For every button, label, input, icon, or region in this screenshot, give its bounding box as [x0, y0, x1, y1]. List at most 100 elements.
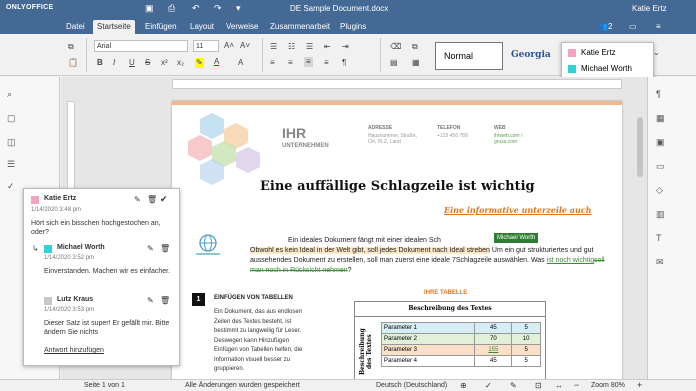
- shading-icon[interactable]: ▤: [390, 58, 398, 68]
- comments-icon[interactable]: ▢: [7, 113, 16, 124]
- delete-reply-icon[interactable]: 🗑: [160, 244, 170, 253]
- inserted-text[interactable]: ist noch wichtig: [547, 257, 594, 264]
- edit-comment-icon[interactable]: ✎: [134, 195, 141, 204]
- decrease-font-icon[interactable]: A˅: [240, 41, 250, 51]
- underline-icon[interactable]: U: [129, 58, 135, 68]
- font-name-select[interactable]: Arial: [94, 40, 188, 52]
- redo-icon[interactable]: ↷: [214, 3, 222, 14]
- zoom-in-icon[interactable]: +: [637, 380, 642, 390]
- align-right-icon[interactable]: ≡: [304, 57, 313, 67]
- delete-reply-icon[interactable]: 🗑: [160, 296, 170, 305]
- table-cell[interactable]: 45: [474, 355, 513, 367]
- page-count[interactable]: Seite 1 von 1: [84, 382, 125, 389]
- language-select[interactable]: Deutsch (Deutschland): [376, 382, 447, 389]
- tab-startseite[interactable]: Startseite: [93, 20, 135, 34]
- table-cell[interactable]: Parameter 4: [380, 355, 476, 367]
- zoom-level[interactable]: Zoom 80%: [591, 382, 625, 389]
- current-user[interactable]: Katie Ertz: [632, 4, 667, 13]
- spellcheck-icon[interactable]: ✓: [7, 181, 15, 192]
- table-cell[interactable]: Parameter 2: [380, 333, 476, 345]
- justify-icon[interactable]: ≡: [324, 58, 329, 68]
- menu-icon[interactable]: ≡: [654, 20, 663, 34]
- fit-page-icon[interactable]: ⊡: [535, 381, 542, 390]
- align-left-icon[interactable]: ≡: [270, 58, 275, 68]
- tab-plugins[interactable]: Plugins: [338, 20, 368, 34]
- section-body[interactable]: Ein Dokument, das aus endlosen Zeilen de…: [214, 308, 314, 375]
- table-row[interactable]: Parameter 1 45 5: [380, 322, 541, 334]
- open-location-icon[interactable]: ▭: [627, 20, 639, 34]
- copy-icon[interactable]: ⧉: [68, 42, 74, 52]
- tab-verweise[interactable]: Verweise: [224, 20, 260, 34]
- zoom-out-icon[interactable]: −: [574, 380, 579, 390]
- borders-icon[interactable]: ▦: [412, 58, 420, 68]
- spellcheck-status-icon[interactable]: ✓: [485, 381, 492, 390]
- intro-paragraph[interactable]: Ein ideales Dokument fängt mit einer ide…: [250, 236, 614, 276]
- align-center-icon[interactable]: ≡: [288, 58, 293, 68]
- tab-layout[interactable]: Layout: [188, 20, 216, 34]
- copy-style-icon[interactable]: ⧉: [412, 42, 418, 52]
- chat-icon[interactable]: ◫: [7, 137, 16, 148]
- table-cell[interactable]: 10: [511, 333, 541, 345]
- font-size-select[interactable]: 11: [193, 40, 219, 52]
- shape-settings-icon[interactable]: ◇: [656, 185, 663, 196]
- font-color-icon[interactable]: A: [214, 57, 219, 67]
- fit-width-icon[interactable]: ↔: [555, 381, 563, 390]
- table-cell[interactable]: 45: [474, 322, 513, 334]
- resolve-comment-icon[interactable]: ✔: [160, 194, 168, 205]
- print-icon[interactable]: ⎙: [168, 3, 175, 14]
- undo-icon[interactable]: ↶: [192, 3, 200, 14]
- style-georgia[interactable]: Georgia: [506, 42, 558, 70]
- image-settings-icon[interactable]: ▣: [656, 137, 665, 148]
- search-icon[interactable]: ⌕: [7, 89, 12, 100]
- paragraph-mark-icon[interactable]: ¶: [342, 58, 346, 68]
- increase-font-icon[interactable]: A˄: [224, 41, 234, 51]
- edit-reply-icon[interactable]: ✎: [147, 296, 154, 305]
- users-icon[interactable]: 👥2: [596, 20, 614, 34]
- table-cell[interactable]: 5: [511, 344, 541, 356]
- table-cell[interactable]: Parameter 1: [380, 322, 476, 334]
- text-art-icon[interactable]: T: [656, 233, 662, 243]
- tab-zusammenarbeit[interactable]: Zusammenarbeit: [268, 20, 332, 34]
- bullets-icon[interactable]: ☰: [270, 42, 277, 52]
- table-cell[interactable]: 155: [474, 344, 513, 356]
- header-footer-icon[interactable]: ▭: [656, 161, 665, 172]
- more-icon[interactable]: ▾: [236, 3, 241, 14]
- styles-dropdown-icon[interactable]: ⌄: [653, 48, 660, 58]
- tab-einfuegen[interactable]: Einfügen: [143, 20, 179, 34]
- multilevel-icon[interactable]: ☰: [306, 42, 313, 52]
- italic-icon[interactable]: I: [113, 58, 115, 68]
- clear-style-icon[interactable]: ⌫: [390, 42, 401, 52]
- delete-comment-icon[interactable]: 🗑: [147, 195, 157, 204]
- edit-reply-icon[interactable]: ✎: [147, 244, 154, 253]
- add-reply-link[interactable]: Antwort hinzufügen: [44, 347, 104, 354]
- table-row[interactable]: Parameter 4 45 5: [380, 355, 541, 367]
- vertical-scrollbar[interactable]: [637, 117, 643, 177]
- table-cell[interactable]: 5: [511, 355, 541, 367]
- subheadline[interactable]: Eine informative unterzeile auch: [444, 205, 592, 215]
- table-settings-icon[interactable]: ▦: [656, 113, 665, 124]
- headline[interactable]: Eine auffällige Schlagzeile ist wichtig: [260, 179, 535, 194]
- subscript-icon[interactable]: x₂: [177, 58, 184, 68]
- paragraph-settings-icon[interactable]: ¶: [656, 89, 661, 99]
- bold-icon[interactable]: B: [97, 58, 103, 68]
- table-body[interactable]: Parameter 1 45 5 Parameter 2 70 10 Parameter…: [380, 322, 541, 367]
- table-row[interactable]: Parameter 3 155 5: [380, 344, 541, 356]
- doc-language-icon[interactable]: ⊕: [460, 381, 467, 390]
- increase-indent-icon[interactable]: ⇥: [342, 42, 349, 52]
- superscript-icon[interactable]: x²: [161, 58, 168, 68]
- highlight-icon[interactable]: ✎: [195, 58, 204, 68]
- table-cell[interactable]: 5: [511, 322, 541, 334]
- data-table[interactable]: Beschreibung des Textes Beschreibung des…: [354, 301, 546, 386]
- horizontal-ruler[interactable]: [172, 79, 622, 89]
- paste-icon[interactable]: 📋: [68, 58, 78, 68]
- commented-text[interactable]: Obwohl es kein Ideal in der Welt gibt, s…: [250, 247, 490, 254]
- navigation-icon[interactable]: ☰: [7, 159, 15, 170]
- chart-settings-icon[interactable]: ▥: [656, 209, 665, 220]
- track-changes-icon[interactable]: ✎: [510, 381, 517, 390]
- mail-merge-icon[interactable]: ✉: [656, 257, 664, 268]
- table-cell[interactable]: Parameter 3: [380, 344, 476, 356]
- save-icon[interactable]: ▣: [145, 3, 154, 14]
- strikethrough-icon[interactable]: S: [145, 58, 150, 68]
- document-page[interactable]: IHR UNTERNEHMEN ADRESSE Hausnummer, Stra…: [172, 101, 622, 391]
- style-normal[interactable]: Normal: [435, 42, 503, 70]
